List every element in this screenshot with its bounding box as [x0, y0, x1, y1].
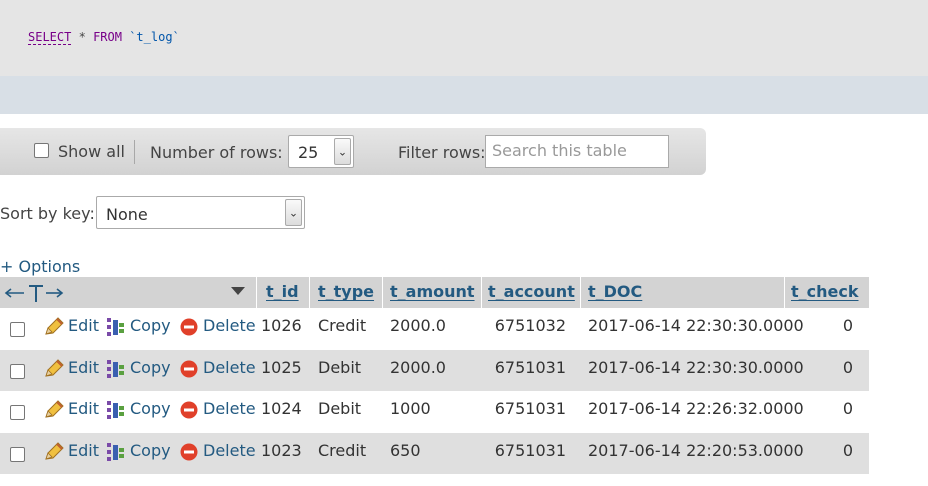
column-divider — [580, 277, 581, 308]
copy-icon[interactable] — [106, 359, 126, 379]
cell-t_DOC: 2017-06-14 22:30:30.0000 — [588, 358, 804, 377]
cell-t_DOC: 2017-06-14 22:20:53.0000 — [588, 441, 804, 460]
pencil-icon[interactable] — [43, 400, 65, 420]
cell-t_id: 1026 — [261, 316, 302, 335]
sort-arrow-down-icon[interactable] — [231, 287, 245, 297]
sort-by-key-select[interactable]: None ⌄ — [96, 196, 305, 229]
cell-t_id: 1023 — [261, 441, 302, 460]
cell-t_type: Debit — [318, 358, 362, 377]
number-of-rows-label: Number of rows: — [150, 143, 283, 162]
copy-link[interactable]: Copy — [130, 399, 171, 418]
column-resize-arrows-icon[interactable] — [4, 284, 64, 304]
table-row: Edit Copy Delete 1026 Credit 2000.0 6751… — [0, 308, 869, 349]
cell-t_DOC: 2017-06-14 22:26:32.0000 — [588, 399, 804, 418]
delete-icon[interactable] — [180, 443, 198, 461]
sql-table-name: `t_log` — [129, 30, 180, 44]
table-row: Edit Copy Delete 1025 Debit 2000.0 67510… — [0, 350, 869, 391]
sql-keyword-from: FROM — [93, 30, 122, 44]
edit-link[interactable]: Edit — [68, 399, 99, 418]
sql-query-box: SELECT * FROM `t_log` — [0, 0, 928, 76]
chevron-down-icon: ⌄ — [288, 206, 299, 219]
cell-t_account: 6751031 — [494, 441, 566, 460]
column-header-t_amount[interactable]: t_amount — [390, 282, 475, 301]
show-all-label[interactable]: Show all — [58, 142, 125, 161]
chevron-down-icon: ⌄ — [337, 145, 348, 158]
column-divider — [382, 277, 383, 308]
table-navigation-bar: Show all Number of rows: 25 ⌄ Filter row… — [0, 128, 706, 175]
cell-t_amount: 2000.0 — [390, 316, 446, 335]
copy-icon[interactable] — [106, 442, 126, 462]
cell-t_id: 1025 — [261, 358, 302, 377]
number-of-rows-dropdown-button[interactable]: ⌄ — [334, 138, 351, 165]
cell-t_amount: 650 — [390, 441, 421, 460]
number-of-rows-value: 25 — [298, 143, 319, 162]
edit-link[interactable]: Edit — [68, 358, 99, 377]
delete-link[interactable]: Delete — [203, 399, 256, 418]
delete-icon[interactable] — [180, 318, 198, 336]
column-header-t_type[interactable]: t_type — [318, 282, 374, 301]
cell-t_check: 0 — [842, 441, 853, 460]
filter-rows-label: Filter rows: — [398, 143, 486, 162]
row-select-checkbox[interactable] — [10, 405, 25, 420]
column-header-t_id[interactable]: t_id — [266, 282, 299, 301]
show-all-checkbox[interactable] — [34, 143, 49, 158]
delete-link[interactable]: Delete — [203, 316, 256, 335]
row-select-checkbox[interactable] — [10, 447, 25, 462]
pencil-icon[interactable] — [43, 359, 65, 379]
cell-t_type: Credit — [318, 441, 367, 460]
column-divider — [784, 277, 785, 308]
sort-by-key-value: None — [106, 205, 148, 224]
delete-icon[interactable] — [180, 401, 198, 419]
pencil-icon[interactable] — [43, 317, 65, 337]
cell-t_check: 0 — [842, 316, 853, 335]
copy-icon[interactable] — [106, 400, 126, 420]
column-divider — [309, 277, 310, 308]
cell-t_DOC: 2017-06-14 22:30:30.0000 — [588, 316, 804, 335]
delete-icon[interactable] — [180, 360, 198, 378]
cell-t_id: 1024 — [261, 399, 302, 418]
copy-link[interactable]: Copy — [130, 316, 171, 335]
cell-t_account: 6751031 — [494, 399, 566, 418]
query-toolbar-band — [0, 76, 928, 114]
copy-link[interactable]: Copy — [130, 441, 171, 460]
column-divider — [481, 277, 482, 308]
edit-link[interactable]: Edit — [68, 316, 99, 335]
column-header-t_check[interactable]: t_check — [791, 282, 859, 301]
column-divider — [256, 277, 257, 308]
cell-t_amount: 1000 — [390, 399, 431, 418]
cell-t_check: 0 — [842, 358, 853, 377]
delete-link[interactable]: Delete — [203, 358, 256, 377]
sql-star: * — [78, 30, 86, 44]
row-select-checkbox[interactable] — [10, 364, 25, 379]
number-of-rows-select[interactable]: 25 ⌄ — [288, 135, 354, 168]
filter-rows-input[interactable]: Search this table — [485, 135, 669, 168]
row-select-checkbox[interactable] — [10, 322, 25, 337]
pencil-icon[interactable] — [43, 442, 65, 462]
copy-icon[interactable] — [106, 317, 126, 337]
delete-link[interactable]: Delete — [203, 441, 256, 460]
cell-t_account: 6751032 — [494, 316, 566, 335]
edit-link[interactable]: Edit — [68, 441, 99, 460]
cell-t_type: Credit — [318, 316, 367, 335]
sql-query: SELECT * FROM `t_log` — [28, 30, 180, 45]
cell-t_amount: 2000.0 — [390, 358, 446, 377]
table-header: t_id t_type t_amount t_account t_DOC t_c… — [0, 277, 869, 308]
options-link[interactable]: + Options — [0, 257, 80, 276]
divider — [134, 140, 135, 164]
column-header-t_DOC[interactable]: t_DOC — [588, 282, 642, 301]
cell-t_account: 6751031 — [494, 358, 566, 377]
sort-by-key-label: Sort by key: — [0, 204, 95, 223]
sql-keyword-select[interactable]: SELECT — [28, 30, 72, 45]
table-row: Edit Copy Delete 1023 Credit 650 6751031… — [0, 433, 869, 474]
sort-by-key-dropdown-button[interactable]: ⌄ — [285, 199, 302, 226]
column-header-t_account[interactable]: t_account — [488, 282, 575, 301]
cell-t_type: Debit — [318, 399, 362, 418]
cell-t_check: 0 — [842, 399, 853, 418]
copy-link[interactable]: Copy — [130, 358, 171, 377]
table-row: Edit Copy Delete 1024 Debit 1000 6751031… — [0, 391, 869, 432]
